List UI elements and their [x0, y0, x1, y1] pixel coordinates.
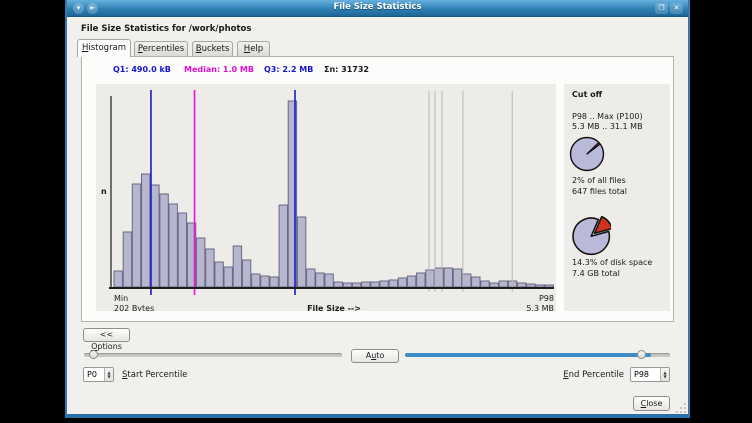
close-button[interactable]: Close: [633, 396, 670, 411]
start-percentile-value: P0: [87, 370, 97, 379]
stat-q3: Q3: 2.2 MB: [264, 65, 313, 74]
end-slider-fill: [405, 353, 651, 357]
cutoff-panel: Cut off P98 .. Max (P100) 5.3 MB .. 31.1…: [564, 84, 670, 311]
histogram-tab-panel: Q1: 490.0 kB Median: 1.0 MB Q3: 2.2 MB Σ…: [81, 56, 674, 322]
svg-text:File Size -->: File Size -->: [307, 304, 361, 311]
cutoff-disk-total: 7.4 GB total: [572, 269, 620, 278]
tab-histogram[interactable]: Histogram: [77, 39, 131, 57]
svg-text:n: n: [101, 187, 107, 196]
stat-q1: Q1: 490.0 kB: [113, 65, 171, 74]
svg-text:5.3 MB: 5.3 MB: [526, 304, 554, 311]
cutoff-title: Cut off: [572, 90, 602, 99]
start-percentile-spinbox[interactable]: P0 ▲▼: [83, 367, 114, 382]
svg-text:Min: Min: [114, 294, 128, 303]
file-size-statistics-window: ▾ ⇤ File Size Statistics ❐ ✕ File Size S…: [65, 0, 690, 418]
stat-sum-n: Σn: 31732: [324, 65, 369, 74]
desktop: ▾ ⇤ File Size Statistics ❐ ✕ File Size S…: [0, 0, 752, 423]
page-title: File Size Statistics for /work/photos: [81, 24, 251, 34]
disk-space-cutoff-pie-chart: [567, 212, 611, 256]
end-percentile-label: End Percentile: [557, 370, 624, 380]
tab-percentiles[interactable]: Percentiles: [134, 41, 188, 56]
end-percentile-value: P98: [634, 370, 649, 379]
cutoff-range-percentiles: P98 .. Max (P100): [572, 112, 643, 121]
close-window-button[interactable]: ✕: [670, 3, 683, 14]
resize-grip[interactable]: [676, 403, 686, 413]
end-slider-handle[interactable]: [637, 350, 646, 359]
window-title: File Size Statistics: [67, 2, 688, 12]
start-percentile-label: Start Percentile: [122, 370, 187, 380]
tab-buckets[interactable]: Buckets: [192, 41, 233, 56]
histogram-svg: n Min202 Bytes File Size --> P985.3 MB: [96, 84, 556, 311]
options-toggle-button[interactable]: << Options: [83, 328, 130, 342]
start-percentile-slider[interactable]: [84, 353, 342, 357]
spinner-arrows-icon[interactable]: ▲▼: [660, 368, 669, 381]
histogram-chart: n Min202 Bytes File Size --> P985.3 MB: [96, 84, 556, 311]
maximize-button[interactable]: ❐: [655, 3, 668, 14]
cutoff-files-total: 647 files total: [572, 187, 627, 196]
cutoff-disk-percent: 14.3% of disk space: [572, 258, 652, 267]
tab-help[interactable]: Help: [237, 41, 270, 56]
cutoff-range-sizes: 5.3 MB .. 31.1 MB: [572, 122, 643, 131]
titlebar[interactable]: ▾ ⇤ File Size Statistics ❐ ✕: [67, 0, 688, 17]
svg-text:202 Bytes: 202 Bytes: [114, 304, 154, 311]
end-percentile-spinbox[interactable]: P98 ▲▼: [630, 367, 670, 382]
stat-median: Median: 1.0 MB: [184, 65, 254, 74]
spinner-arrows-icon[interactable]: ▲▼: [104, 368, 113, 381]
files-cutoff-pie-chart: [567, 134, 607, 174]
end-percentile-slider[interactable]: [405, 353, 670, 357]
cutoff-files-percent: 2% of all files: [572, 176, 626, 185]
start-slider-handle[interactable]: [89, 350, 98, 359]
auto-button[interactable]: Auto: [351, 349, 399, 363]
svg-text:P98: P98: [539, 294, 554, 303]
